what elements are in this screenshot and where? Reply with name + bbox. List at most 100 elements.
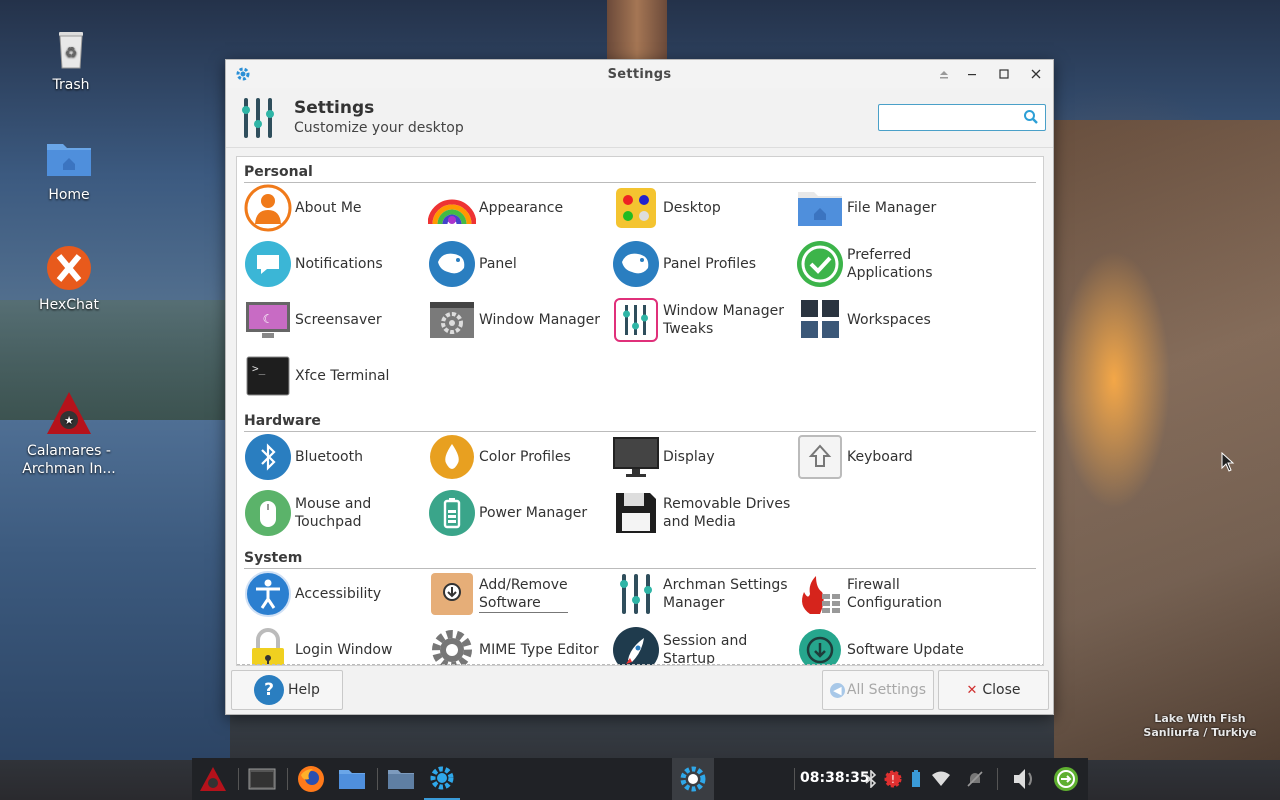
taskbar-separator bbox=[997, 768, 998, 790]
power-manager-icon bbox=[428, 489, 476, 537]
svg-text:★: ★ bbox=[64, 414, 74, 427]
setting-preferred-applications[interactable]: Preferred Applications bbox=[796, 240, 980, 288]
file-manager-icon bbox=[796, 184, 844, 232]
wallpaper-caption: Lake With Fish Sanliurfa / Turkiye bbox=[1143, 712, 1257, 739]
taskbar-terminal-launcher[interactable] bbox=[244, 758, 280, 800]
help-icon: ? bbox=[254, 675, 285, 705]
settings-window: Settings Settings Customize your desktop… bbox=[225, 59, 1054, 715]
keyboard-icon bbox=[796, 433, 844, 481]
taskbar-firefox-launcher[interactable] bbox=[293, 758, 329, 800]
settings-header: Settings Customize your desktop bbox=[226, 88, 1053, 148]
workspaces-icon bbox=[796, 296, 844, 344]
taskbar-window-settings[interactable] bbox=[424, 758, 460, 800]
desktop-icon-trash[interactable]: ♻ Trash bbox=[16, 24, 126, 94]
setting-display[interactable]: Display bbox=[612, 433, 796, 481]
setting-window-manager[interactable]: Window Manager bbox=[428, 296, 612, 344]
setting-add-remove-software[interactable]: Add/Remove Software bbox=[428, 570, 612, 618]
volume-icon bbox=[1014, 769, 1032, 789]
setting-keyboard[interactable]: Keyboard bbox=[796, 433, 980, 481]
accessibility-icon bbox=[244, 570, 292, 618]
search-input[interactable] bbox=[885, 106, 1015, 129]
setting-desktop[interactable]: Desktop bbox=[612, 184, 796, 232]
setting-notifications[interactable]: Notifications bbox=[244, 240, 428, 288]
minimize-button[interactable] bbox=[961, 64, 983, 84]
section-divider bbox=[244, 182, 1036, 183]
trash-icon: ♻ bbox=[47, 24, 95, 72]
setting-panel[interactable]: Panel bbox=[428, 240, 612, 288]
hexchat-icon bbox=[45, 244, 93, 292]
taskbar-separator bbox=[238, 768, 239, 790]
display-icon bbox=[612, 433, 660, 481]
svg-text:!: ! bbox=[891, 773, 895, 786]
setting-login-window[interactable]: Login Window bbox=[244, 626, 428, 665]
folder-icon bbox=[388, 770, 414, 789]
desktop-icon-home[interactable]: Home bbox=[14, 134, 124, 204]
search-icon[interactable] bbox=[1023, 109, 1039, 125]
maximize-button[interactable] bbox=[993, 64, 1015, 84]
header-subtitle: Customize your desktop bbox=[294, 120, 464, 136]
window-manager-icon bbox=[428, 296, 476, 344]
add-remove-software-icon bbox=[428, 570, 476, 618]
setting-software-update[interactable]: Software Update bbox=[796, 626, 980, 665]
setting-appearance[interactable]: Appearance bbox=[427, 184, 612, 232]
all-settings-button[interactable]: ◀ All Settings bbox=[822, 670, 934, 710]
tray-volume[interactable] bbox=[1010, 758, 1040, 800]
workspace-switcher[interactable] bbox=[672, 758, 714, 800]
taskbar-window-files[interactable] bbox=[383, 758, 419, 800]
wallpaper-stone-wall bbox=[1054, 120, 1280, 760]
close-window-button[interactable] bbox=[1025, 64, 1047, 84]
taskbar-separator bbox=[794, 768, 795, 790]
setting-session-startup[interactable]: Session and Startup bbox=[612, 626, 796, 665]
login-window-icon bbox=[244, 626, 292, 665]
close-icon bbox=[1031, 69, 1041, 79]
tray-update-notifier[interactable]: ! bbox=[882, 758, 904, 800]
setting-window-manager-tweaks[interactable]: Window Manager Tweaks bbox=[612, 296, 796, 344]
notifications-icon bbox=[244, 240, 292, 288]
desktop-icon-calamares[interactable]: ★ Calamares - Archman In... bbox=[14, 354, 124, 496]
help-button[interactable]: ? Help bbox=[231, 670, 343, 710]
setting-mime-type-editor[interactable]: MIME Type Editor bbox=[428, 626, 612, 665]
mime-type-editor-icon bbox=[428, 626, 476, 665]
logout-button[interactable] bbox=[1050, 758, 1082, 800]
setting-archman-settings-manager[interactable]: Archman Settings Manager bbox=[612, 570, 796, 618]
setting-screensaver[interactable]: ☾ Screensaver bbox=[244, 296, 428, 344]
setting-about-me[interactable]: About Me bbox=[244, 184, 428, 232]
setting-accessibility[interactable]: Accessibility bbox=[244, 570, 428, 618]
setting-bluetooth[interactable]: Bluetooth bbox=[244, 433, 428, 481]
back-arrow-icon: ◀ bbox=[829, 682, 845, 698]
tray-battery[interactable] bbox=[908, 758, 924, 800]
tray-bluetooth[interactable] bbox=[862, 758, 880, 800]
archman-settings-icon bbox=[612, 570, 660, 618]
clock[interactable]: 08:38:35 bbox=[800, 770, 870, 786]
tray-notifications[interactable] bbox=[964, 758, 986, 800]
setting-file-manager[interactable]: File Manager bbox=[796, 184, 980, 232]
shade-button[interactable] bbox=[933, 64, 955, 84]
notifications-muted-icon bbox=[967, 771, 983, 787]
svg-text:☾: ☾ bbox=[263, 312, 274, 326]
section-divider bbox=[244, 568, 1036, 569]
desktop-icon-hexchat[interactable]: HexChat bbox=[14, 244, 124, 314]
window-manager-tweaks-icon bbox=[612, 296, 660, 344]
close-x-icon: ✕ bbox=[966, 682, 978, 698]
setting-firewall-configuration[interactable]: Firewall Configuration bbox=[796, 570, 980, 618]
setting-color-profiles[interactable]: Color Profiles bbox=[428, 433, 612, 481]
setting-xfce-terminal[interactable]: >_ Xfce Terminal bbox=[244, 352, 428, 400]
setting-panel-profiles[interactable]: Panel Profiles bbox=[612, 240, 796, 288]
close-button[interactable]: ✕ Close bbox=[938, 670, 1049, 710]
taskbar-home-launcher[interactable] bbox=[334, 758, 370, 800]
search-box[interactable] bbox=[878, 104, 1046, 131]
section-title-hardware: Hardware bbox=[244, 413, 321, 429]
archman-menu-button[interactable] bbox=[196, 758, 230, 800]
setting-power-manager[interactable]: Power Manager bbox=[428, 489, 612, 537]
window-titlebar[interactable]: Settings bbox=[226, 60, 1053, 88]
terminal-icon: >_ bbox=[244, 352, 292, 400]
setting-workspaces[interactable]: Workspaces bbox=[796, 296, 980, 344]
setting-mouse-touchpad[interactable]: Mouse and Touchpad bbox=[244, 489, 428, 537]
bluetooth-icon bbox=[865, 770, 877, 788]
wifi-icon bbox=[932, 771, 950, 786]
setting-removable-drives[interactable]: Removable Drives and Media bbox=[612, 489, 796, 537]
tray-wifi[interactable] bbox=[930, 758, 952, 800]
svg-text:♻: ♻ bbox=[65, 45, 78, 61]
wallpaper-column bbox=[607, 0, 667, 60]
settings-icon bbox=[680, 766, 706, 792]
